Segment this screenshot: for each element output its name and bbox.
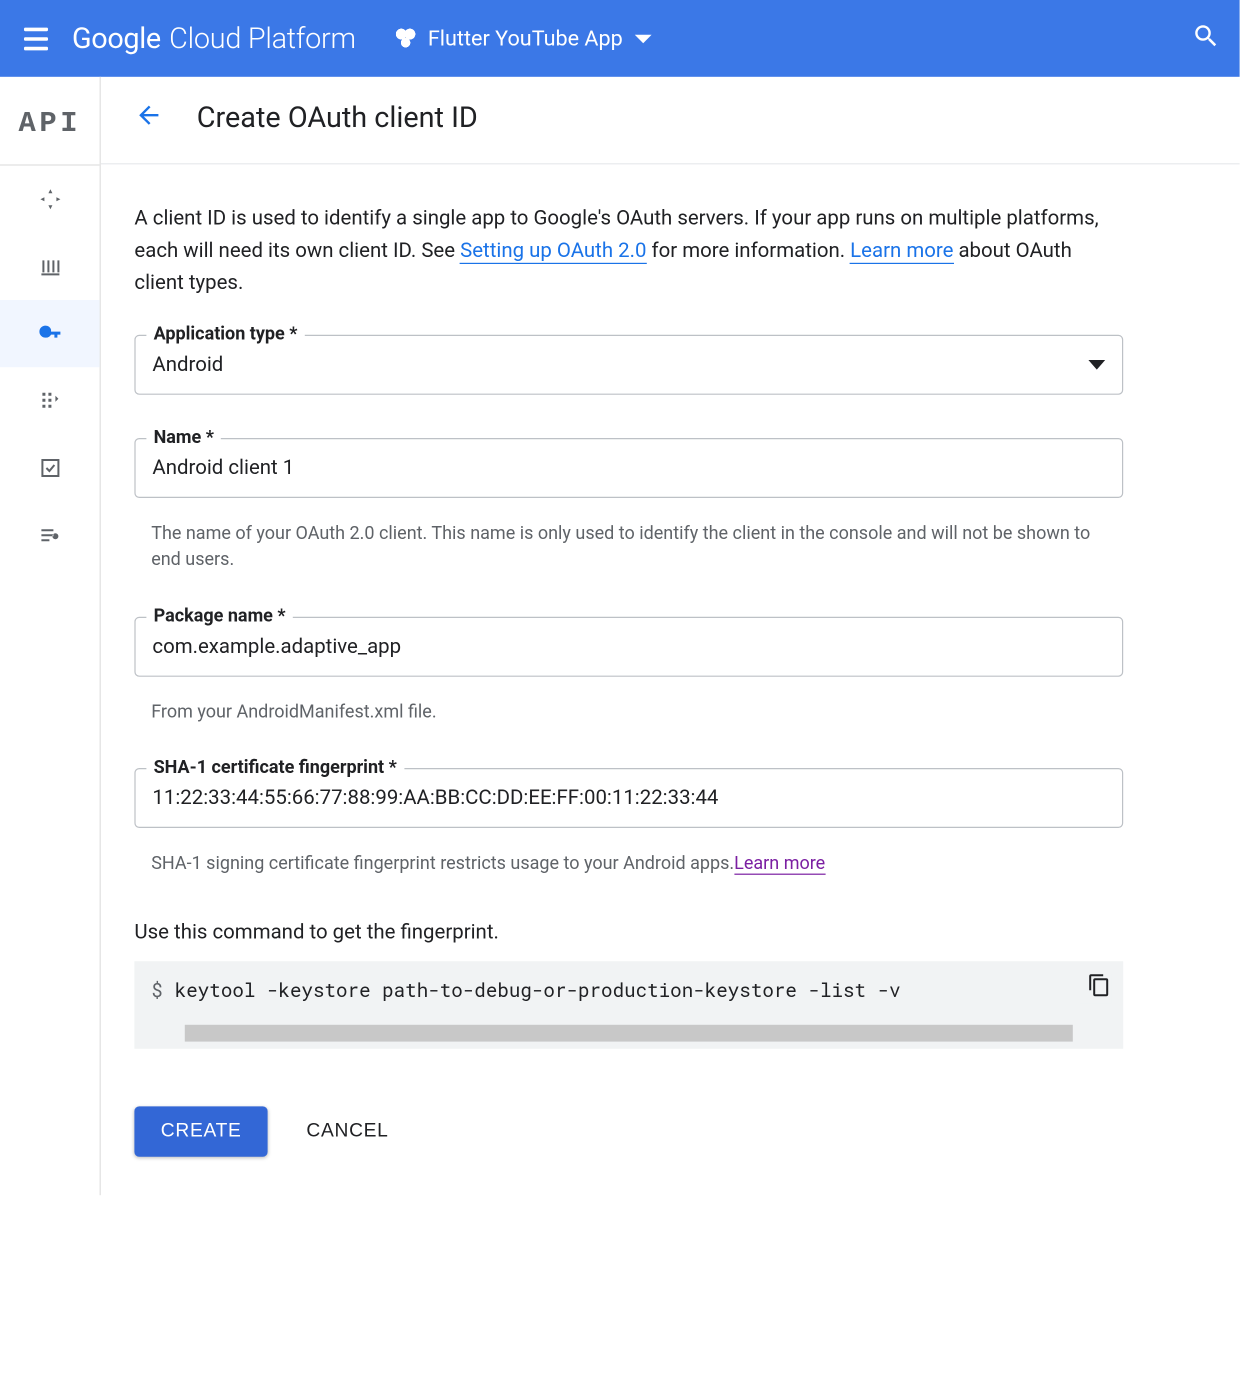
cancel-button[interactable]: CANCEL xyxy=(306,1120,388,1142)
sidebar-item-credentials[interactable] xyxy=(0,300,100,367)
name-field: Name * xyxy=(134,437,1123,497)
project-icon xyxy=(394,28,416,50)
copy-icon[interactable] xyxy=(1080,973,1111,1003)
sidebar-title: API xyxy=(0,91,100,165)
horizontal-scrollbar[interactable] xyxy=(185,1024,1073,1041)
application-type-field[interactable]: Application type * Android xyxy=(134,334,1123,394)
project-name: Flutter YouTube App xyxy=(428,26,623,51)
sidebar-item-dashboard[interactable] xyxy=(0,166,100,233)
package-name-field: Package name * xyxy=(134,616,1123,676)
link-oauth-setup[interactable]: Setting up OAuth 2.0 xyxy=(460,239,646,264)
chevron-down-icon xyxy=(635,34,652,42)
page-header: Create OAuth client ID xyxy=(101,77,1240,165)
package-name-input[interactable] xyxy=(152,634,1105,658)
project-selector[interactable]: Flutter YouTube App xyxy=(394,26,651,51)
menu-icon[interactable] xyxy=(19,22,53,54)
link-learn-more[interactable]: Learn more xyxy=(850,239,953,264)
package-name-help: From your AndroidManifest.xml file. xyxy=(134,686,1123,725)
brand-google: Google xyxy=(72,22,161,56)
brand: Google Cloud Platform xyxy=(72,22,356,56)
sidebar-item-settings[interactable] xyxy=(0,502,100,569)
search-icon[interactable] xyxy=(1192,22,1221,56)
chevron-down-icon xyxy=(1088,359,1105,369)
application-type-value: Android xyxy=(152,352,1088,376)
sha1-help: SHA-1 signing certificate fingerprint re… xyxy=(134,838,1123,877)
sha1-field: SHA-1 certificate fingerprint * xyxy=(134,768,1123,828)
command-prompt: $ xyxy=(151,977,163,1002)
sha1-label: SHA-1 certificate fingerprint * xyxy=(146,756,404,778)
application-type-label: Application type * xyxy=(146,322,304,344)
name-help: The name of your OAuth 2.0 client. This … xyxy=(134,507,1123,573)
sidebar-item-consent[interactable] xyxy=(0,367,100,434)
name-label: Name * xyxy=(146,425,221,447)
brand-cloud-platform: Cloud Platform xyxy=(169,22,356,56)
sidebar-item-library[interactable] xyxy=(0,233,100,300)
create-button[interactable]: CREATE xyxy=(134,1106,268,1156)
command-hint: Use this command to get the fingerprint. xyxy=(134,920,1123,944)
package-name-label: Package name * xyxy=(146,604,292,626)
sidebar-item-verification[interactable] xyxy=(0,434,100,501)
sha1-learn-more-link[interactable]: Learn more xyxy=(734,852,825,875)
page-description: A client ID is used to identify a single… xyxy=(134,203,1123,301)
sha1-input[interactable] xyxy=(152,786,1105,810)
app-header: Google Cloud Platform Flutter YouTube Ap… xyxy=(0,0,1240,77)
page-title: Create OAuth client ID xyxy=(197,101,478,135)
command-box: $ keytool -keystore path-to-debug-or-pro… xyxy=(134,961,1123,1049)
back-arrow-icon[interactable] xyxy=(134,101,163,135)
name-input[interactable] xyxy=(152,455,1105,479)
command-text: keytool -keystore path-to-debug-or-produ… xyxy=(175,977,901,1002)
sidebar: API xyxy=(0,77,101,1195)
